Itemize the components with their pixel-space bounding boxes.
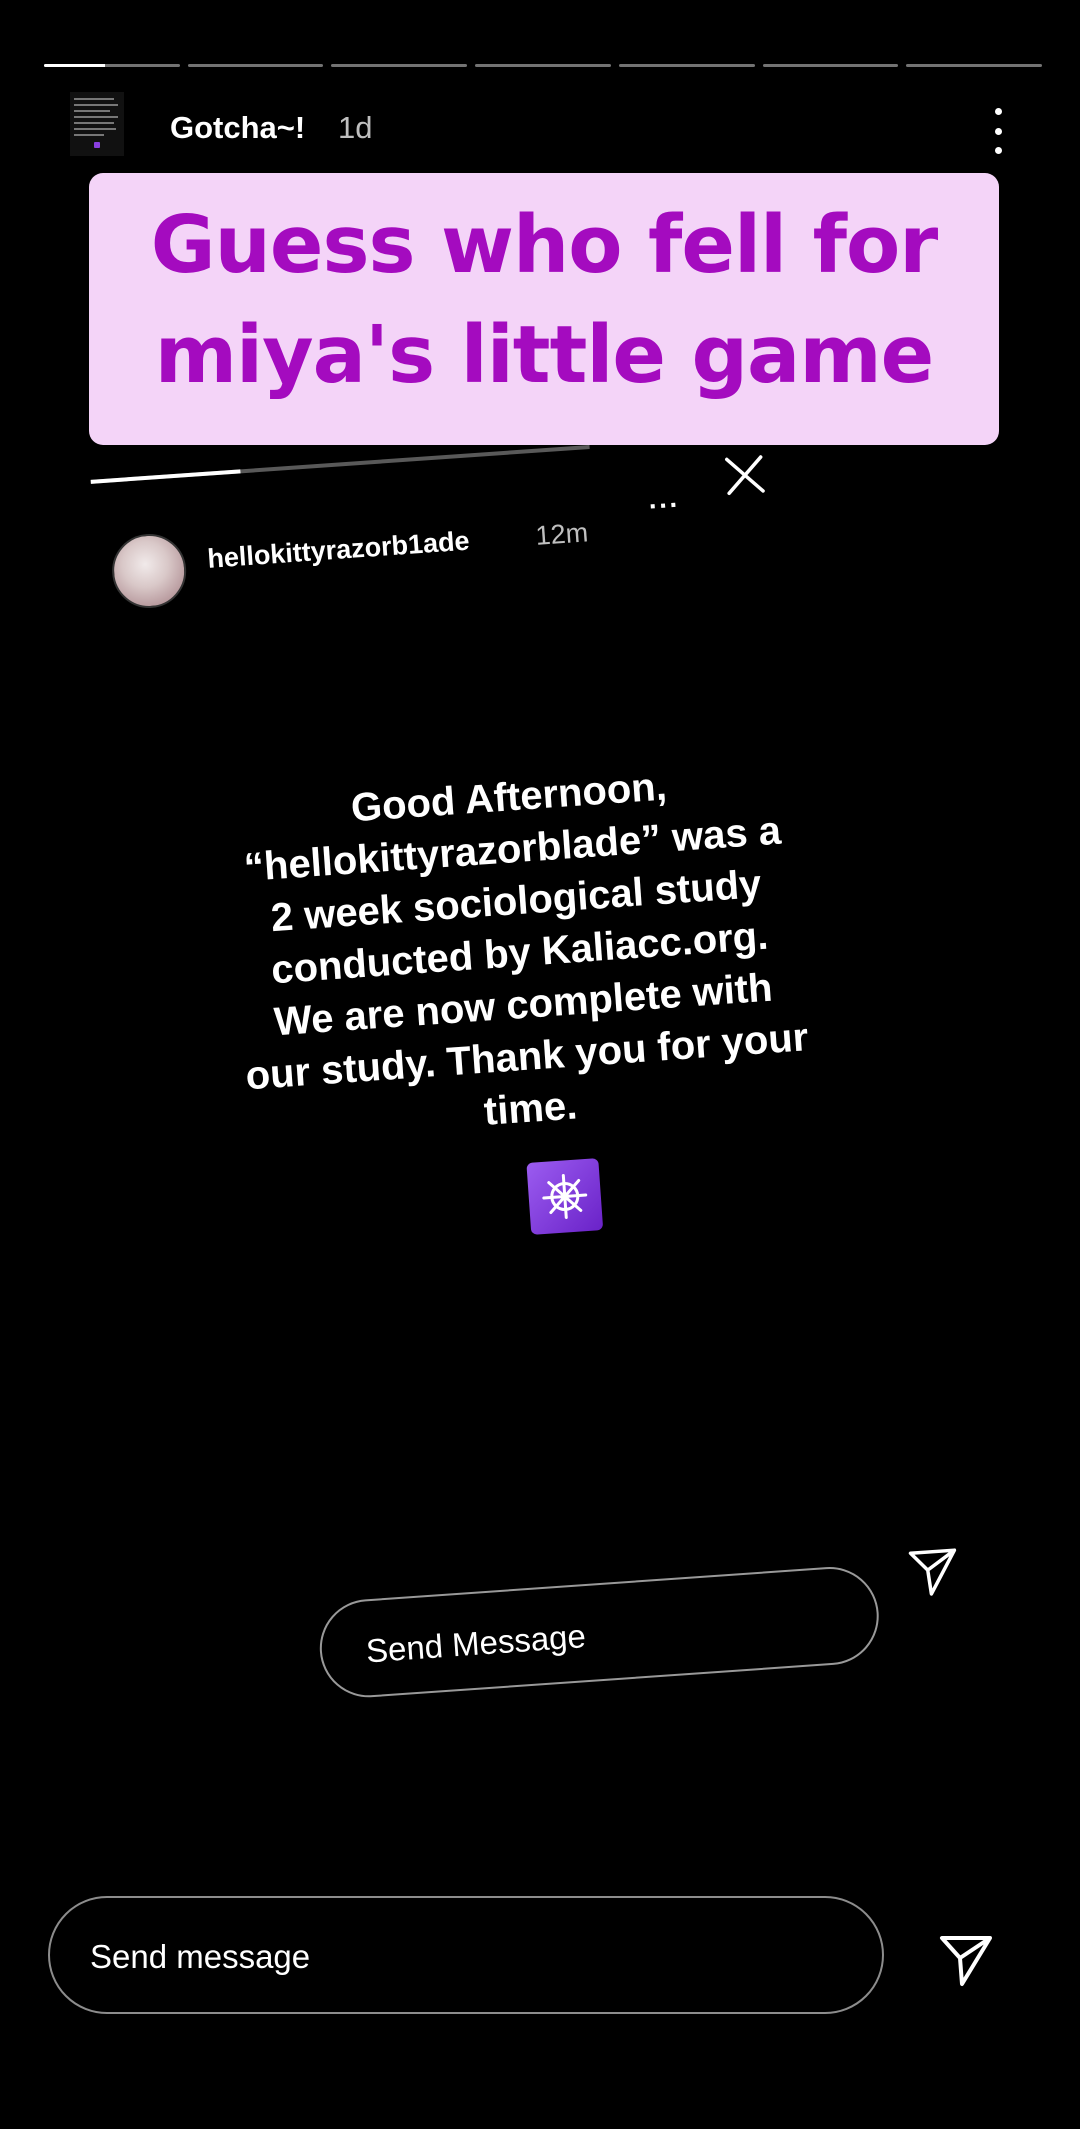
screenshot-more-icon: ···	[647, 488, 681, 522]
send-message-input[interactable]: Send message	[48, 1896, 884, 2014]
screenshot-message-input: Send Message	[316, 1563, 883, 1701]
screenshot-message: Good Afternoon, “hellokittyrazorblade” w…	[188, 749, 852, 1157]
send-icon	[908, 1548, 957, 1596]
screenshot-age: 12m	[534, 517, 590, 551]
send-message-placeholder: Send message	[90, 1938, 311, 1975]
screenshot-input-placeholder: Send Message	[364, 1617, 587, 1670]
screenshot-progress-bar	[90, 444, 590, 484]
send-icon[interactable]	[936, 1930, 996, 1990]
wheel-of-dharma-icon	[526, 1158, 604, 1235]
screenshot-username: hellokittyrazorb1ade	[206, 525, 471, 574]
close-icon	[725, 455, 765, 496]
screenshot-avatar	[109, 531, 189, 611]
story-screenshot: hellokittyrazorb1ade 12m ··· Good Aftern…	[0, 0, 1080, 2129]
